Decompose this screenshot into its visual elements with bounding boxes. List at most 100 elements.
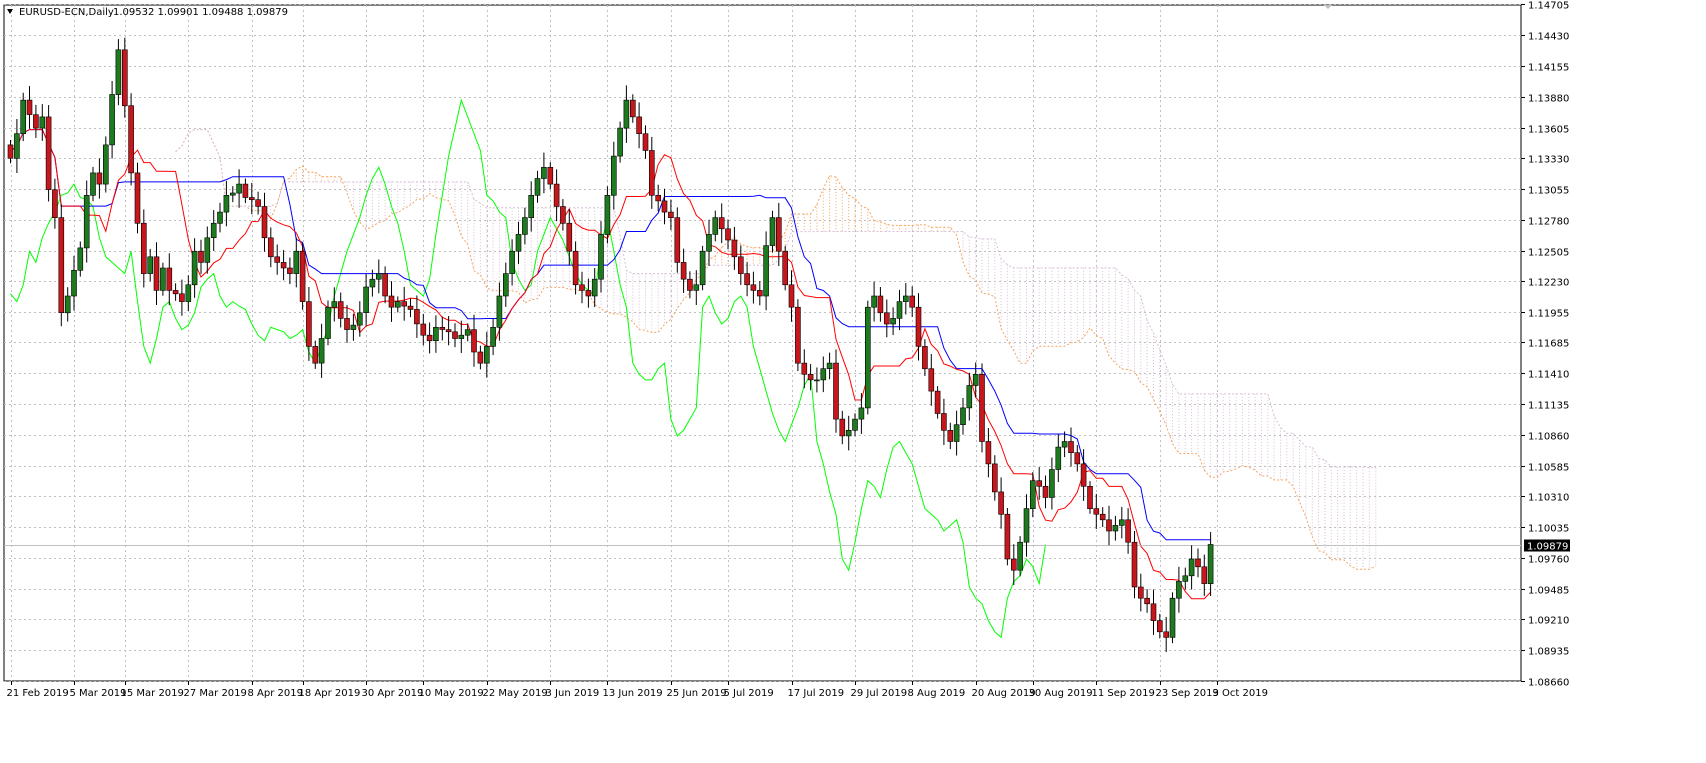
candle-body-bear: [922, 346, 928, 370]
candle: [566, 209, 573, 266]
candle: [883, 299, 890, 338]
candle-body-bear: [274, 256, 281, 263]
candle: [464, 323, 471, 342]
candle-body-bull: [109, 94, 115, 146]
candle-body-bear: [807, 373, 814, 381]
candle-body-bull: [1169, 597, 1176, 638]
chikou-span-line: [10, 98, 1046, 639]
candle-body-bear: [172, 290, 179, 295]
y-tick-label: 1.09760: [1528, 555, 1569, 566]
candle: [833, 349, 839, 433]
candle-body-bear: [718, 217, 725, 230]
ohlc-values: 1.09532 1.09901 1.09488 1.09879: [113, 7, 288, 18]
y-tick-label: 1.09210: [1528, 616, 1569, 627]
candle-body-bear: [648, 150, 655, 196]
candle-body-bear: [915, 306, 922, 347]
triangle-down-icon[interactable]: [1324, 5, 1332, 9]
candle-body-bear: [833, 362, 839, 420]
candle-body-bull: [458, 334, 465, 339]
candle: [693, 270, 700, 305]
y-tick-label: 1.14705: [1528, 1, 1569, 12]
candle-body-bull: [230, 192, 236, 196]
candle: [750, 271, 757, 304]
candle-body-bear: [928, 368, 935, 392]
candle: [318, 323, 325, 378]
candle-body-bear: [725, 228, 731, 241]
candle: [83, 180, 90, 263]
candle-body-bull: [77, 247, 84, 271]
candle: [922, 339, 928, 376]
candle: [782, 245, 789, 291]
candle-body-bear: [731, 239, 738, 258]
candle: [1087, 481, 1093, 514]
candle-body-bull: [90, 172, 96, 196]
candle: [52, 178, 58, 229]
candle-body-bull: [1188, 558, 1195, 577]
price-chart[interactable]: 1.14705 1.14430 1.14155 1.13880 1.13605 1.133…: [0, 0, 1706, 763]
candle: [934, 386, 941, 419]
candle-body-bull: [826, 362, 833, 370]
candle: [172, 283, 179, 301]
candle-body-bull: [64, 295, 71, 314]
candle: [902, 283, 909, 315]
candle: [522, 207, 528, 245]
candle-body-bear: [414, 309, 420, 325]
x-tick-label: 3 Jun 2019: [546, 688, 600, 699]
candle: [547, 162, 554, 190]
candle: [39, 104, 46, 141]
candle: [337, 292, 344, 328]
candle-body-bear: [122, 49, 128, 107]
candle: [1042, 475, 1049, 509]
candle: [1131, 531, 1138, 599]
candle: [610, 141, 617, 210]
x-tick-label: 30 Apr 2019: [362, 688, 424, 699]
candle-body-bull: [20, 99, 27, 134]
candle: [1201, 554, 1208, 596]
candle: [344, 305, 350, 343]
candle: [20, 92, 27, 142]
chart-window[interactable]: 1.14705 1.14430 1.14155 1.13880 1.13605 1.133…: [0, 0, 1706, 763]
candle: [572, 241, 579, 295]
senkou-span-b-line: [175, 129, 1376, 469]
y-tick-label: 1.12505: [1528, 248, 1569, 259]
candle-body-bull: [1207, 544, 1214, 585]
candle: [1004, 508, 1011, 566]
triangle-down-icon[interactable]: [7, 9, 13, 14]
candle: [1195, 548, 1201, 578]
candle: [515, 221, 522, 264]
candle: [331, 287, 338, 322]
candle: [1036, 467, 1042, 500]
x-tick-label: 13 Jun 2019: [603, 688, 663, 699]
candle: [7, 140, 14, 164]
candle: [1182, 567, 1189, 590]
candle-body-bull: [1023, 508, 1030, 543]
candle-body-bear: [344, 318, 350, 330]
candle: [953, 410, 960, 456]
candle-body-bear: [775, 217, 782, 252]
candle-body-bear: [947, 429, 954, 442]
candle-body-bull: [160, 267, 166, 291]
candle: [991, 455, 998, 501]
candle: [1017, 536, 1023, 577]
candle: [96, 158, 103, 199]
candle-body-bear: [280, 262, 287, 269]
candle-body-bear: [420, 323, 427, 336]
candle: [845, 415, 852, 451]
kijun-sen-line: [10, 129, 1211, 541]
candle-body-bull: [325, 306, 331, 339]
candle-body-bull: [522, 217, 528, 235]
candle: [814, 367, 820, 393]
tenkan-sen-line: [10, 129, 1211, 600]
candle-body-bull: [502, 273, 509, 297]
candle: [64, 287, 71, 322]
candle: [1119, 506, 1125, 539]
candle-body-bull: [464, 329, 471, 336]
candle: [820, 356, 827, 393]
candle-body-bull: [769, 217, 776, 246]
candle-body-bull: [210, 222, 217, 238]
candle-body-bull: [115, 49, 122, 95]
candle-body-bear: [33, 114, 39, 129]
y-tick-label: 1.11955: [1528, 309, 1569, 320]
candle-body-bull: [363, 286, 369, 314]
candle: [947, 422, 954, 450]
